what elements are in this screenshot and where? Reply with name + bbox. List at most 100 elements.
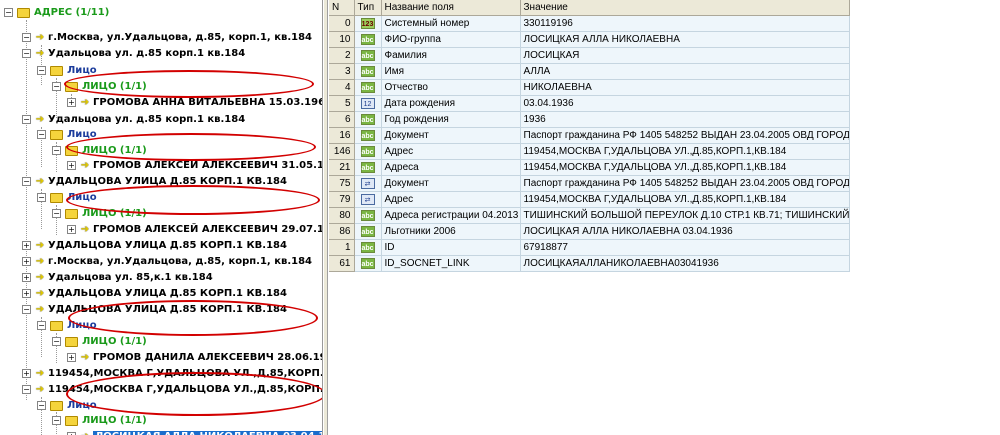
table-row[interactable]: 86 abc Льготники 2006 ЛОСИЦКАЯ АЛЛА НИКОЛАЕ… [329,223,850,240]
cell-value: 119454,МОСКВА Г,УДАЛЬЦОВА УЛ.,Д.85,КОРП.… [520,191,850,208]
collapse-icon[interactable]: − [52,337,61,346]
arrow-right-icon: ➔ [35,288,45,299]
expand-icon[interactable]: + [22,369,31,378]
expand-icon[interactable]: + [22,257,31,266]
tree-node[interactable]: − Лицо [37,398,97,413]
tree-node[interactable]: − ➔ Удальцова ул. д.85 корп.1 кв.184 [22,112,245,127]
table-row[interactable]: 80 abc Адреса регистрации 04.2013 ТИШИНСКИЙ… [329,207,850,224]
collapse-icon[interactable]: − [37,66,46,75]
table-row[interactable]: 2 abc Фамилия ЛОСИЦКАЯ [329,47,850,64]
cell-value: ЛОСИЦКАЯ АЛЛА НИКОЛАЕВНА 03.04.1936 [520,223,850,240]
collapse-icon[interactable]: − [37,193,46,202]
tree-node[interactable]: − Лицо [37,318,97,333]
cell-type: 12 [354,95,382,112]
collapse-icon[interactable]: − [52,416,61,425]
cell-n: 6 [329,111,355,128]
cell-field-name: Год рождения [381,111,521,128]
cell-value: ЛОСИЦКАЯ [520,47,850,64]
tree-node[interactable]: − ЛИЦО (1/1) [52,413,147,428]
table-row[interactable]: 6 abc Год рождения 1936 [329,111,850,128]
table-row[interactable]: 4 abc Отчество НИКОЛАЕВНА [329,79,850,96]
column-header-n[interactable]: N [329,0,355,16]
collapse-icon[interactable]: − [52,82,61,91]
cell-type: abc [354,255,382,272]
collapse-icon[interactable]: − [37,130,46,139]
cell-type: abc [354,63,382,80]
tree-node[interactable]: − ➔ УДАЛЬЦОВА УЛИЦА Д.85 КОРП.1 КВ.184 [22,174,287,189]
arrow-right-icon: ➔ [80,429,90,435]
table-row[interactable]: 1 abc ID 67918877 [329,239,850,256]
tree-node[interactable]: − ЛИЦО (1/1) [52,143,147,158]
table-row[interactable]: 146 abc Адрес 119454,МОСКВА Г,УДАЛЬЦОВА УЛ.… [329,143,850,160]
cell-n: 146 [329,143,355,160]
tree-node-label: ЛИЦО (1/1) [82,208,147,219]
tree-node[interactable]: + ➔ г.Москва, ул.Удальцова, д.85, корп.1, … [22,254,312,269]
collapse-icon[interactable]: − [52,146,61,155]
table-row[interactable]: 3 abc Имя АЛЛА [329,63,850,80]
collapse-icon[interactable]: − [22,177,31,186]
tree-node[interactable]: − Лицо [37,190,97,205]
collapse-icon[interactable]: − [37,321,46,330]
collapse-icon[interactable]: − [22,33,31,42]
panel-splitter[interactable] [323,0,328,435]
tree-node[interactable]: − ➔ г.Москва, ул.Удальцова, д.85, корп.1, … [22,30,312,45]
table-row[interactable]: 61 abc ID_SOCNET_LINK ЛОСИЦКАЯАЛЛАНИКОЛАЕВН… [329,255,850,272]
expand-icon[interactable]: + [67,98,76,107]
properties-table: N Тип Название поля Значение 0 123 Системн… [329,0,850,272]
expand-icon[interactable]: + [67,225,76,234]
tree-node[interactable]: +➔ЛОСИЦКАЯ АЛЛА НИКОЛАЕВНА 03.04.1936 [67,429,322,435]
tree-node[interactable]: + ➔ ГРОМОВ ДАНИЛА АЛЕКСЕЕВИЧ 28.06.1995 [67,350,322,365]
tree-node[interactable]: + ➔ ГРОМОВА АННА ВИТАЛЬЕВНА 15.03.1960 [67,95,322,110]
tree-node[interactable]: − ➔ 119454,МОСКВА Г,УДАЛЬЦОВА УЛ.,Д.85,КОР… [22,382,322,397]
cell-type: abc [354,127,382,144]
tree-node[interactable]: − ➔ УДАЛЬЦОВА УЛИЦА Д.85 КОРП.1 КВ.184 [22,302,287,317]
cell-n: 10 [329,31,355,48]
cell-type: abc [354,111,382,128]
table-row[interactable]: 75 ⇄ Документ Паспорт гражданина РФ 1405 54… [329,175,850,192]
arrow-right-icon: ➔ [35,368,45,379]
tree-node[interactable]: + ➔ 119454,МОСКВА Г,УДАЛЬЦОВА УЛ.,Д.85,КОР… [22,366,322,381]
tree-node-label: г.Москва, ул.Удальцова, д.85, корп.1, кв… [48,32,312,43]
collapse-icon[interactable]: − [22,305,31,314]
tree-node[interactable]: − ➔ Удальцова ул. д.85 корп.1 кв.184 [22,46,245,61]
expand-icon[interactable]: + [22,289,31,298]
expand-icon[interactable]: + [22,273,31,282]
collapse-icon[interactable]: − [22,385,31,394]
collapse-icon[interactable]: − [4,8,13,17]
tree-node[interactable]: − ЛИЦО (1/1) [52,79,147,94]
tree-node[interactable]: + ➔ Удальцова ул. 85,к.1 кв.184 [22,270,213,285]
tree-node[interactable]: + ➔ ГРОМОВ АЛЕКСЕЙ АЛЕКСЕЕВИЧ 29.07.1992 [67,222,322,237]
tree-node[interactable]: − ЛИЦО (1/1) [52,206,147,221]
cell-field-name: Льготники 2006 [381,223,521,240]
table-row[interactable]: 16 abc Документ Паспорт гражданина РФ 1405 … [329,127,850,144]
tree-node-label: ЛИЦО (1/1) [82,336,147,347]
column-header-type[interactable]: Тип [354,0,382,16]
cell-value: НИКОЛАЕВНА [520,79,850,96]
tree-node[interactable]: + ➔ УДАЛЬЦОВА УЛИЦА Д.85 КОРП.1 КВ.184 [22,238,287,253]
properties-panel[interactable]: N Тип Название поля Значение 0 123 Системн… [329,0,1000,435]
tree-root-node[interactable]: − АДРЕС (1/11) [4,5,109,20]
tree-panel[interactable]: − АДРЕС (1/11) − ➔ г.Москва, ул.Удальцова, д… [0,0,323,435]
tree-node[interactable]: − Лицо [37,127,97,142]
tree-node[interactable]: + ➔ УДАЛЬЦОВА УЛИЦА Д.85 КОРП.1 КВ.184 [22,286,287,301]
collapse-icon[interactable]: − [22,49,31,58]
cell-value: Паспорт гражданина РФ 1405 548252 ВЫДАН … [520,127,850,144]
expand-icon[interactable]: + [67,161,76,170]
collapse-icon[interactable]: − [52,209,61,218]
table-row[interactable]: 0 123 Системный номер 330119196 [329,15,850,32]
collapse-icon[interactable]: − [22,115,31,124]
table-row[interactable]: 21 abc Адреса 119454,МОСКВА Г,УДАЛЬЦОВА УЛ.… [329,159,850,176]
table-row[interactable]: 79 ⇄ Адрес 119454,МОСКВА Г,УДАЛЬЦОВА УЛ.,Д.… [329,191,850,208]
expand-icon[interactable]: + [22,241,31,250]
column-header-value[interactable]: Значение [520,0,850,16]
tree-node-label: Удальцова ул. 85,к.1 кв.184 [48,272,213,283]
table-row[interactable]: 5 12 Дата рождения 03.04.1936 [329,95,850,112]
collapse-icon[interactable]: − [37,401,46,410]
tree-node[interactable]: − ЛИЦО (1/1) [52,334,147,349]
arrow-right-icon: ➔ [35,114,45,125]
tree-node[interactable]: + ➔ ГРОМОВ АЛЕКСЕЙ АЛЕКСЕЕВИЧ 31.05.1960 [67,158,322,173]
expand-icon[interactable]: + [67,353,76,362]
column-header-field[interactable]: Название поля [381,0,521,16]
table-row[interactable]: 10 abc ФИО-группа ЛОСИЦКАЯ АЛЛА НИКОЛАЕВНА [329,31,850,48]
tree-node[interactable]: − Лицо [37,63,97,78]
